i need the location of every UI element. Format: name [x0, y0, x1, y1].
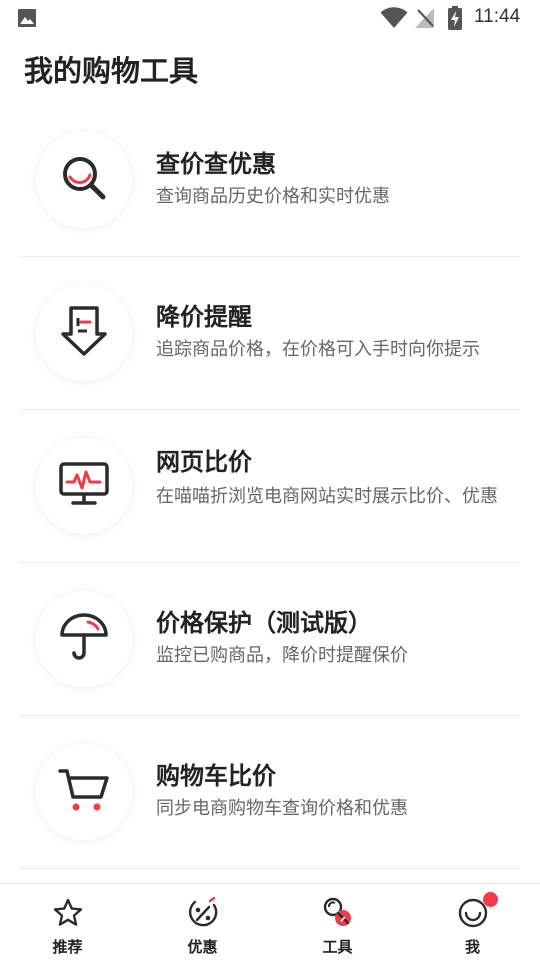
nav-label: 优惠 [187, 938, 218, 956]
tool-desc: 同步电商购物车查询价格和优惠 [156, 798, 408, 819]
nav-tab-recommend[interactable]: 推荐 [0, 884, 135, 960]
no-signal-icon [414, 7, 436, 33]
nav-label: 推荐 [52, 938, 83, 956]
discount-icon [186, 896, 220, 930]
tool-item-price-protection[interactable]: 价格保护（测试版） 监控已购商品，降价时提醒保价 [20, 563, 520, 716]
tools-icon [321, 896, 355, 930]
status-bar: 11:44 [0, 0, 540, 36]
price-drop-icon [59, 304, 109, 362]
star-icon [51, 896, 85, 930]
tool-list: 查价查优惠 查询商品历史价格和实时优惠 降价提醒 追踪商品价格，在价格可入手时向… [20, 104, 520, 869]
tool-title: 查价查优惠 [156, 150, 276, 178]
bottom-nav: 推荐 优惠 工具 我 [0, 883, 540, 960]
wifi-icon [380, 7, 408, 33]
tool-icon-container [36, 744, 132, 840]
tool-desc: 在喵喵折浏览电商网站实时展示比价、优惠 [156, 486, 498, 507]
tool-desc: 查询商品历史价格和实时优惠 [156, 186, 390, 207]
tool-icon-container [36, 591, 132, 687]
nav-tab-me[interactable]: 我 [405, 884, 540, 960]
notification-dot [483, 892, 498, 907]
tool-icon-container [36, 438, 132, 534]
tool-title: 价格保护（测试版） [156, 609, 372, 637]
tool-title: 购物车比价 [156, 762, 276, 790]
tool-icon-container [36, 285, 132, 381]
monitor-icon [58, 460, 110, 512]
umbrella-icon [58, 611, 110, 667]
tool-item-web-compare[interactable]: 网页比价 在喵喵折浏览电商网站实时展示比价、优惠 [20, 410, 520, 563]
tool-item-price-check[interactable]: 查价查优惠 查询商品历史价格和实时优惠 [20, 104, 520, 257]
cart-icon [57, 765, 111, 819]
tool-icon-container [36, 132, 132, 228]
tool-desc: 追踪商品价格，在价格可入手时向你提示 [156, 339, 480, 360]
nav-label: 工具 [322, 938, 353, 956]
nav-tab-discount[interactable]: 优惠 [135, 884, 270, 960]
battery-charging-icon [448, 6, 462, 34]
tool-title: 网页比价 [156, 448, 252, 476]
tool-title: 降价提醒 [156, 303, 252, 331]
page-title: 我的购物工具 [24, 54, 199, 88]
nav-tab-tools[interactable]: 工具 [270, 884, 405, 960]
tool-item-price-drop-alert[interactable]: 降价提醒 追踪商品价格，在价格可入手时向你提示 [20, 257, 520, 410]
magnifier-icon [59, 153, 109, 207]
nav-label: 我 [464, 938, 480, 956]
tool-item-cart-compare[interactable]: 购物车比价 同步电商购物车查询价格和优惠 [20, 716, 520, 869]
tool-desc: 监控已购商品，降价时提醒保价 [156, 645, 408, 666]
status-time: 11:44 [474, 6, 521, 27]
image-icon [17, 8, 37, 32]
